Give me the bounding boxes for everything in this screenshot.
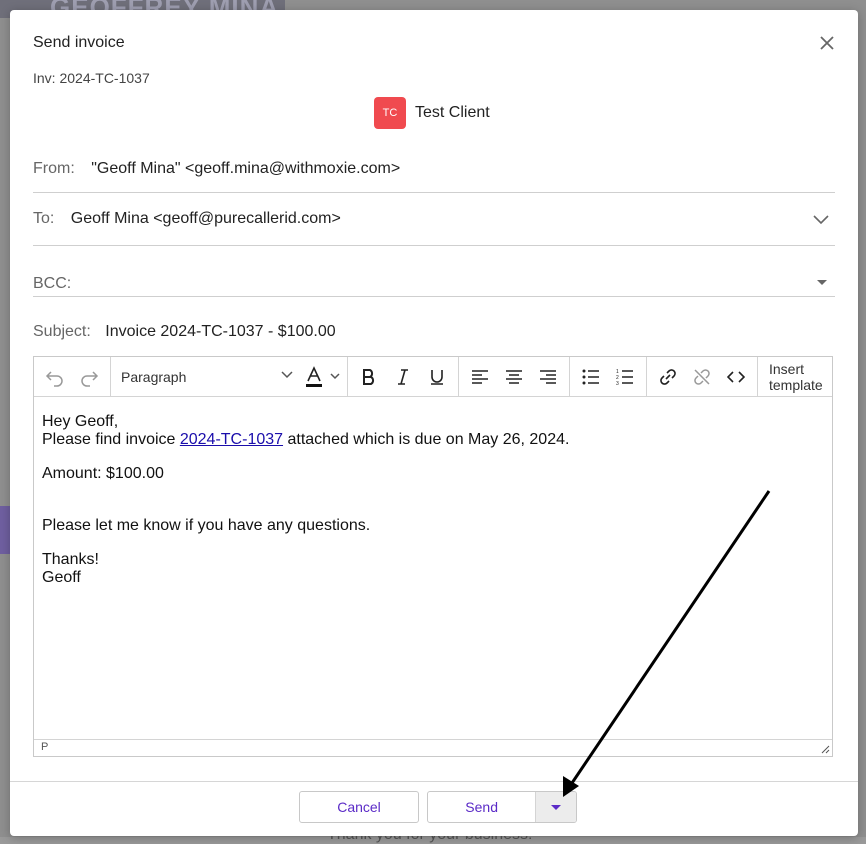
rich-text-editor[interactable]: Paragraph 1 2 3 Insert template Hey Geof… — [33, 356, 833, 757]
to-value[interactable]: Geoff Mina <geoff@purecallerid.com> — [71, 210, 341, 227]
from-value: "Geoff Mina" <geoff.mina@withmoxie.com> — [91, 160, 401, 177]
numbered-list-icon[interactable]: 123 — [608, 362, 642, 392]
subject-label: Subject: — [33, 323, 91, 340]
body-thanks: Thanks! — [42, 551, 99, 568]
body-amount: Amount: $100.00 — [42, 465, 164, 482]
list-group: 123 — [570, 357, 647, 396]
body-questions: Please let me know if you have any quest… — [42, 517, 371, 534]
element-path[interactable]: P — [41, 741, 48, 753]
bcc-label: BCC: — [33, 275, 72, 292]
editor-statusbar: P — [34, 739, 832, 756]
resize-handle-icon[interactable] — [821, 745, 830, 754]
from-field: From: "Geoff Mina" <geoff.mina@withmoxie… — [33, 160, 835, 193]
caret-down-icon[interactable] — [817, 280, 827, 285]
align-right-icon[interactable] — [531, 362, 565, 392]
text-color-button[interactable] — [301, 362, 347, 392]
client-name: Test Client — [415, 104, 490, 121]
align-center-icon[interactable] — [497, 362, 531, 392]
close-icon[interactable] — [818, 34, 836, 52]
code-icon[interactable] — [719, 362, 753, 392]
paragraph-select[interactable]: Paragraph — [111, 357, 301, 396]
svg-text:3: 3 — [616, 381, 619, 386]
body-signature: Geoff — [42, 569, 81, 586]
link-group — [647, 357, 758, 396]
body-line-invoice: Please find invoice 2024-TC-1037 attache… — [42, 431, 570, 448]
link-icon[interactable] — [651, 362, 685, 392]
chevron-down-icon[interactable] — [813, 212, 829, 226]
bold-icon[interactable] — [352, 362, 386, 392]
align-group — [459, 357, 570, 396]
format-group: Paragraph — [111, 357, 348, 396]
bullet-list-icon[interactable] — [574, 362, 608, 392]
history-group — [34, 357, 111, 396]
paragraph-select-label: Paragraph — [121, 368, 187, 385]
subject-field[interactable]: Subject: Invoice 2024-TC-1037 - $100.00 — [33, 323, 835, 341]
to-label: To: — [33, 210, 55, 227]
from-label: From: — [33, 160, 75, 177]
dialog-title: Send invoice — [33, 34, 125, 51]
send-split-button: Send — [427, 791, 577, 823]
insert-template-button[interactable]: Insert template — [758, 357, 833, 396]
editor-toolbar: Paragraph 1 2 3 Insert template — [34, 357, 832, 397]
client-badge: TC Test Client — [374, 97, 490, 129]
to-field[interactable]: To: Geoff Mina <geoff@purecallerid.com> — [33, 210, 835, 246]
send-options-dropdown[interactable] — [535, 792, 576, 822]
chevron-down-icon — [281, 371, 293, 379]
bcc-field[interactable]: BCC: — [33, 275, 835, 297]
send-button[interactable]: Send — [428, 792, 535, 822]
align-left-icon[interactable] — [463, 362, 497, 392]
email-body[interactable]: Hey Geoff, Please find invoice 2024-TC-1… — [42, 413, 824, 587]
style-group — [348, 357, 459, 396]
redo-icon[interactable] — [72, 362, 106, 392]
send-invoice-dialog: Send invoice Inv: 2024-TC-1037 TC Test C… — [10, 10, 858, 836]
caret-down-icon — [551, 804, 562, 810]
body-greeting: Hey Geoff, — [42, 413, 119, 430]
undo-icon[interactable] — [38, 362, 72, 392]
unlink-icon[interactable] — [685, 362, 719, 392]
invoice-reference: Inv: 2024-TC-1037 — [33, 70, 150, 86]
invoice-link[interactable]: 2024-TC-1037 — [180, 431, 283, 448]
dialog-footer: Cancel Send — [10, 781, 858, 837]
underline-icon[interactable] — [420, 362, 454, 392]
client-avatar: TC — [374, 97, 406, 129]
italic-icon[interactable] — [386, 362, 420, 392]
subject-value[interactable]: Invoice 2024-TC-1037 - $100.00 — [105, 323, 335, 340]
cancel-button[interactable]: Cancel — [299, 791, 419, 823]
